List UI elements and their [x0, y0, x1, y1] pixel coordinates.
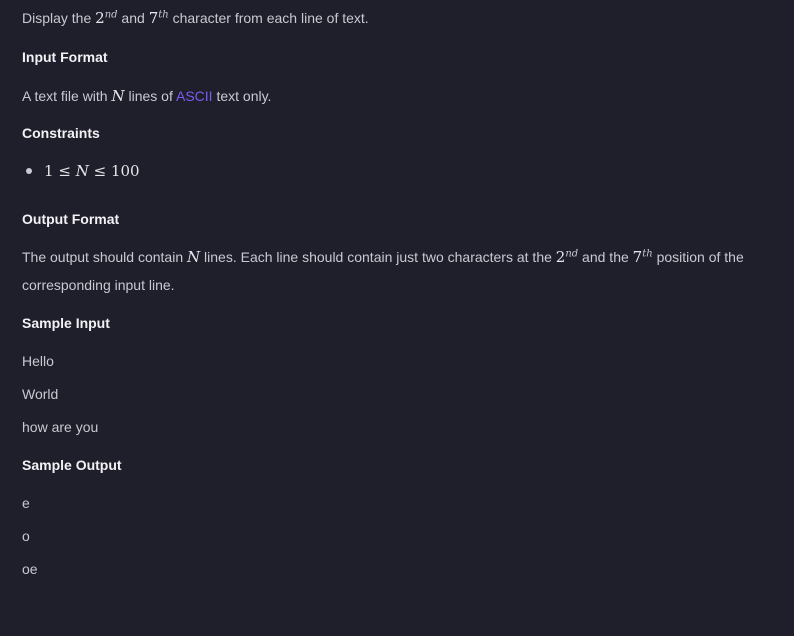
math-number: 7	[148, 9, 159, 27]
sample-input-line: how are you	[22, 419, 99, 435]
text: lines of	[124, 88, 176, 104]
math-operator: ≤	[58, 162, 71, 180]
constraints-heading: Constraints	[22, 125, 100, 141]
math-number: 7	[632, 248, 643, 266]
sample-input-line: World	[22, 386, 59, 402]
text: Display the	[22, 10, 96, 26]
math-operator: ≤	[93, 162, 107, 180]
sample-output-line: e	[22, 495, 30, 511]
math-number: 100	[110, 162, 140, 180]
text: A text file with	[22, 88, 112, 104]
math-number: 2	[95, 9, 105, 27]
sample-output-line: oe	[22, 561, 38, 577]
intro-text: Display the 2nd and 7th character from e…	[22, 9, 369, 27]
output-format-heading: Output Format	[22, 211, 120, 227]
text: and	[117, 10, 149, 26]
text: character from each line of text.	[168, 10, 369, 26]
output-format-text: The output should contain N lines. Each …	[22, 248, 744, 266]
constraint-expression: 1 ≤ N ≤ 100	[44, 162, 140, 180]
math-superscript: th	[158, 9, 169, 21]
text: position of the	[652, 249, 744, 265]
text: text only.	[212, 88, 272, 104]
sample-input-heading: Sample Input	[22, 315, 110, 331]
text: and the	[578, 249, 633, 265]
constraint-item: 1 ≤ N ≤ 100	[22, 162, 140, 180]
sample-output-line: o	[22, 528, 30, 544]
bullet-icon	[26, 168, 32, 175]
text: The output should contain	[22, 249, 188, 265]
math-number: 1	[44, 162, 54, 180]
math-number: 2	[555, 248, 566, 266]
input-format-heading: Input Format	[22, 49, 108, 65]
math-superscript: nd	[104, 9, 118, 21]
text: lines. Each line should contain just two…	[200, 249, 556, 265]
input-format-text: A text file with N lines of ASCII text o…	[22, 87, 271, 105]
math-variable: N	[75, 162, 89, 180]
math-variable: N	[111, 87, 125, 105]
math-superscript: nd	[565, 248, 579, 260]
sample-input-line: Hello	[22, 353, 54, 369]
output-format-text-line2: corresponding input line.	[22, 277, 175, 293]
sample-output-heading: Sample Output	[22, 457, 122, 473]
math-superscript: th	[642, 248, 653, 260]
math-variable: N	[187, 248, 201, 266]
ascii-link[interactable]: ASCII	[176, 88, 213, 104]
